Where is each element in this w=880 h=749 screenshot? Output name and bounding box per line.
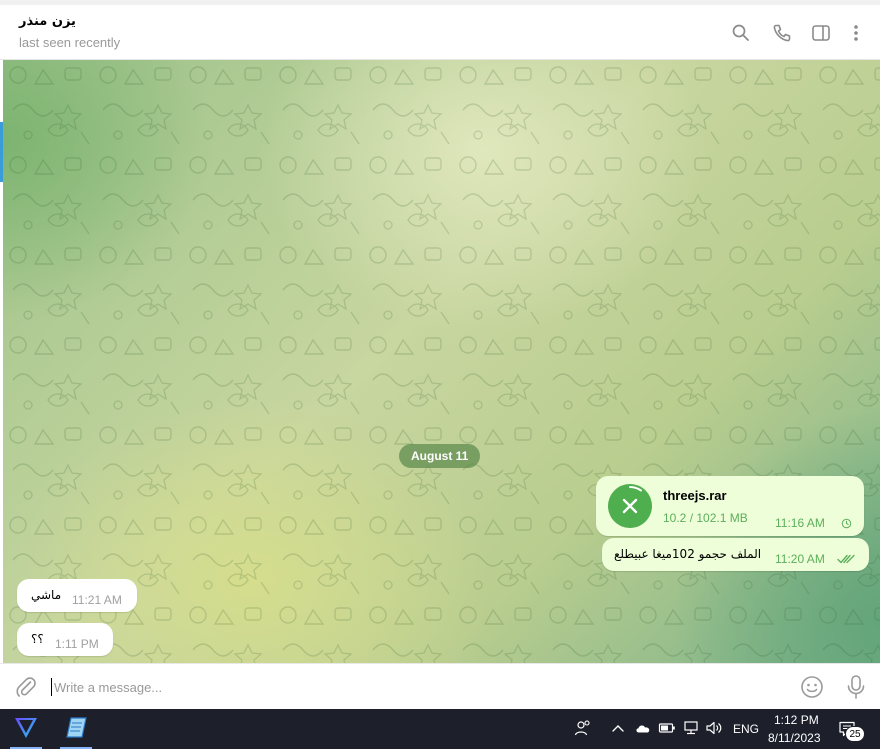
notification-count-badge: 25	[845, 726, 865, 742]
text-caret	[51, 678, 52, 696]
peer-status: last seen recently	[19, 35, 121, 50]
download-progress-ring	[629, 485, 642, 492]
people-icon[interactable]	[574, 719, 592, 737]
message-text: ماشي	[31, 588, 62, 602]
microphone-icon[interactable]	[844, 674, 868, 700]
file-name[interactable]: threejs.rar	[663, 488, 727, 503]
volume-icon[interactable]	[705, 719, 723, 737]
outgoing-file-message[interactable]: threejs.rar 10.2 / 102.1 MB 11:16 AM	[596, 476, 864, 536]
chat-wallpaper-pattern	[3, 60, 880, 663]
battery-icon[interactable]	[658, 719, 676, 737]
file-progress: 10.2 / 102.1 MB	[663, 511, 748, 525]
incoming-text-message[interactable]: ؟؟ 1:11 PM	[17, 623, 113, 656]
chat-header: يزن منذر last seen recently	[0, 5, 880, 60]
proton-vpn-icon[interactable]	[4, 709, 48, 749]
cancel-download-icon[interactable]	[608, 484, 652, 528]
peer-name[interactable]: يزن منذر	[19, 14, 76, 29]
chat-history[interactable]: August 11 threejs.rar 10.2 / 102.1 MB 11…	[3, 60, 880, 663]
message-time: 11:21 AM	[72, 593, 122, 607]
message-time: 11:20 AM	[775, 552, 825, 566]
network-icon[interactable]	[682, 719, 700, 737]
double-check-icon	[837, 554, 855, 564]
more-vertical-icon[interactable]	[846, 23, 866, 43]
phone-icon[interactable]	[772, 23, 792, 43]
clock-time[interactable]: 1:12 PM	[774, 713, 819, 727]
windows-taskbar: ENG 1:12 PM 8/11/2023	[0, 709, 880, 749]
language-indicator[interactable]: ENG	[733, 722, 759, 736]
message-text: ؟؟	[31, 632, 44, 646]
attach-icon[interactable]	[14, 675, 38, 699]
cloud-icon[interactable]	[634, 719, 652, 737]
outgoing-text-message[interactable]: الملف حجمو 102ميغا عبيطلع 11:20 AM	[602, 538, 869, 571]
message-input[interactable]	[54, 673, 774, 701]
message-time: 1:11 PM	[55, 637, 99, 651]
date-separator: August 11	[399, 444, 481, 468]
message-text: الملف حجمو 102ميغا عبيطلع	[614, 547, 762, 561]
clock-icon	[841, 518, 852, 529]
chevron-up-icon[interactable]	[609, 719, 627, 737]
sidebar-toggle-icon[interactable]	[811, 23, 831, 43]
message-composer	[0, 663, 880, 709]
message-time: 11:16 AM	[775, 516, 825, 530]
emoji-icon[interactable]	[800, 675, 824, 699]
incoming-text-message[interactable]: ماشي 11:21 AM	[17, 579, 137, 612]
clock-date[interactable]: 8/11/2023	[768, 731, 821, 745]
notes-app-icon[interactable]	[54, 709, 98, 749]
search-icon[interactable]	[731, 23, 751, 43]
